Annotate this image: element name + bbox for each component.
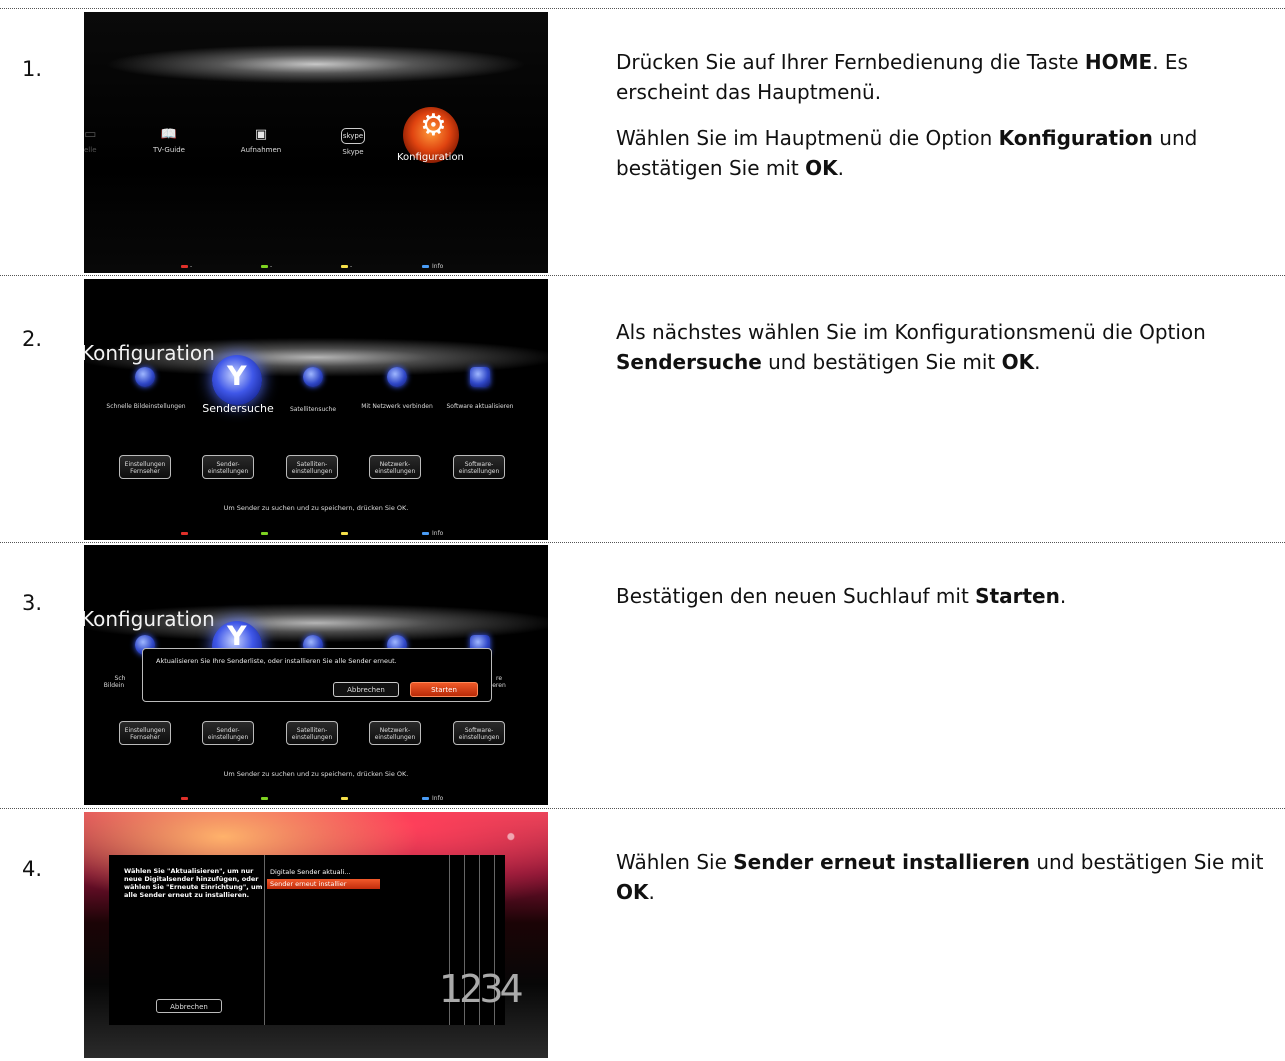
button-software-einstellungen[interactable]: Software-einstellungen (453, 721, 505, 745)
step-counter-graphic: 1234 (439, 967, 524, 1011)
hint-text: Um Sender zu suchen und zu speichern, dr… (223, 770, 409, 778)
red-key-icon (181, 265, 188, 268)
screen-title: Konfiguration (84, 607, 215, 631)
color-key-bar: Info (84, 530, 548, 538)
step-number-3: 3. (22, 591, 43, 615)
green-key-icon (261, 532, 268, 535)
menu-item-partial: ▭ elle (84, 127, 97, 155)
menu-item-software-aktualisieren[interactable]: Software aktualisieren (440, 403, 520, 410)
step-number-1: 1. (22, 57, 43, 81)
screenshot-konfiguration-menu: Konfiguration Y Schnelle Bildeinstellung… (84, 279, 548, 540)
recording-icon: ▣ (254, 127, 268, 142)
menu-item-sendersuche[interactable]: Sendersuche (193, 403, 283, 414)
button-einstellungen-fernseher[interactable]: Einstellungen Fernseher (119, 455, 171, 479)
step-2-description: Als nächstes wählen Sie im Konfiguration… (616, 317, 1266, 393)
row-separator (0, 808, 1285, 809)
confirm-dialog: Aktualisieren Sie Ihre Senderliste, oder… (142, 648, 492, 702)
yellow-key-label: - (350, 263, 353, 270)
menu-item-schnelle-bildeinstellungen[interactable]: Schnelle Bildeinstellungen (106, 403, 186, 410)
menu-item-satellitensuche[interactable]: Satellitensuche (273, 406, 353, 413)
red-key-icon (181, 797, 188, 800)
book-icon: 📖 (160, 127, 178, 142)
step-4-description: Wählen Sie Sender erneut installieren un… (616, 847, 1266, 923)
skype-icon: skype (341, 128, 365, 144)
button-einstellungen-fernseher[interactable]: Einstellungen Fernseher (119, 721, 171, 745)
gear-icon: ⚙ (420, 108, 447, 143)
monitor-icon: ▭ (84, 127, 97, 142)
screenshot-confirm-dialog: Konfiguration Y Sch Bildein re eren Aktu… (84, 545, 548, 805)
screenshot-home-menu: ▭ elle 📖 TV-Guide ▣ Aufnahmen skype Skyp… (84, 12, 548, 273)
step-number-2: 2. (22, 327, 43, 351)
button-satelliten-einstellungen[interactable]: Satelliten-einstellungen (286, 455, 338, 479)
blue-key-icon (422, 265, 429, 268)
network-icon (387, 367, 407, 387)
quick-picture-icon (135, 367, 155, 387)
paragraph: Bestätigen den neuen Suchlauf mit Starte… (616, 584, 1067, 608)
blue-key-icon (422, 532, 429, 535)
step-3-description: Bestätigen den neuen Suchlauf mit Starte… (616, 581, 1266, 627)
step-1-description: Drücken Sie auf Ihrer Fernbedienung die … (616, 47, 1266, 199)
partial-label-left: Sch Bildein (103, 675, 126, 689)
button-sender-einstellungen[interactable]: Sender-einstellungen (202, 455, 254, 479)
divider (264, 855, 265, 1025)
green-key-icon (261, 265, 268, 268)
color-key-bar: - - - Info (84, 263, 548, 271)
button-satelliten-einstellungen[interactable]: Satelliten-einstellungen (286, 721, 338, 745)
paragraph: Wählen Sie im Hauptmenü die Option Konfi… (616, 126, 1198, 180)
button-netzwerk-einstellungen[interactable]: Netzwerk-einstellungen (369, 455, 421, 479)
yellow-key-icon (341, 797, 348, 800)
button-sender-einstellungen[interactable]: Sender-einstellungen (202, 721, 254, 745)
red-key-icon (181, 532, 188, 535)
button-software-einstellungen[interactable]: Software-einstellungen (453, 455, 505, 479)
option-sender-erneut-installieren[interactable]: Sender erneut installier (267, 879, 380, 889)
menu-item-aufnahmen[interactable]: ▣ Aufnahmen (231, 127, 291, 155)
color-key-bar: Info (84, 795, 548, 803)
hint-text: Um Sender zu suchen und zu speichern, dr… (223, 504, 409, 512)
row-separator (0, 275, 1285, 276)
button-netzwerk-einstellungen[interactable]: Netzwerk-einstellungen (369, 721, 421, 745)
blue-key-icon (422, 797, 429, 800)
antenna-glyph-icon: Y (227, 361, 247, 392)
green-key-icon (261, 797, 268, 800)
menu-item-netzwerk[interactable]: Mit Netzwerk verbinden (357, 403, 437, 410)
menu-item-skype[interactable]: skype Skype (323, 128, 383, 156)
green-key-label: - (270, 263, 273, 270)
info-label: Info (432, 263, 444, 270)
row-separator (0, 542, 1285, 543)
install-message: Wählen Sie "Aktualisieren", um nur neue … (124, 867, 263, 899)
menu-item-konfiguration[interactable]: Konfiguration (397, 152, 464, 163)
yellow-key-icon (341, 265, 348, 268)
menu-item-tv-guide[interactable]: 📖 TV-Guide (139, 127, 199, 155)
cancel-button[interactable]: Abbrechen (333, 682, 399, 697)
yellow-key-icon (341, 532, 348, 535)
start-button[interactable]: Starten (410, 682, 478, 697)
step-number-4: 4. (22, 857, 43, 881)
row-separator (0, 8, 1285, 9)
dialog-message: Aktualisieren Sie Ihre Senderliste, oder… (156, 657, 397, 665)
red-key-label: - (190, 263, 193, 270)
paragraph: Als nächstes wählen Sie im Konfiguration… (616, 320, 1206, 374)
paragraph: Wählen Sie Sender erneut installieren un… (616, 850, 1264, 904)
screenshot-install-options: Wählen Sie "Aktualisieren", um nur neue … (84, 812, 548, 1058)
paragraph: Drücken Sie auf Ihrer Fernbedienung die … (616, 50, 1188, 104)
satellite-icon (303, 367, 323, 387)
info-label: Info (432, 795, 444, 802)
cancel-button[interactable]: Abbrechen (156, 999, 222, 1013)
option-digitale-sender-aktualisieren[interactable]: Digitale Sender aktuali... (267, 867, 380, 877)
screen-title: Konfiguration (84, 341, 215, 365)
info-label: Info (432, 530, 444, 537)
software-update-icon (470, 367, 490, 387)
partial-label-right: re eren (492, 675, 506, 689)
